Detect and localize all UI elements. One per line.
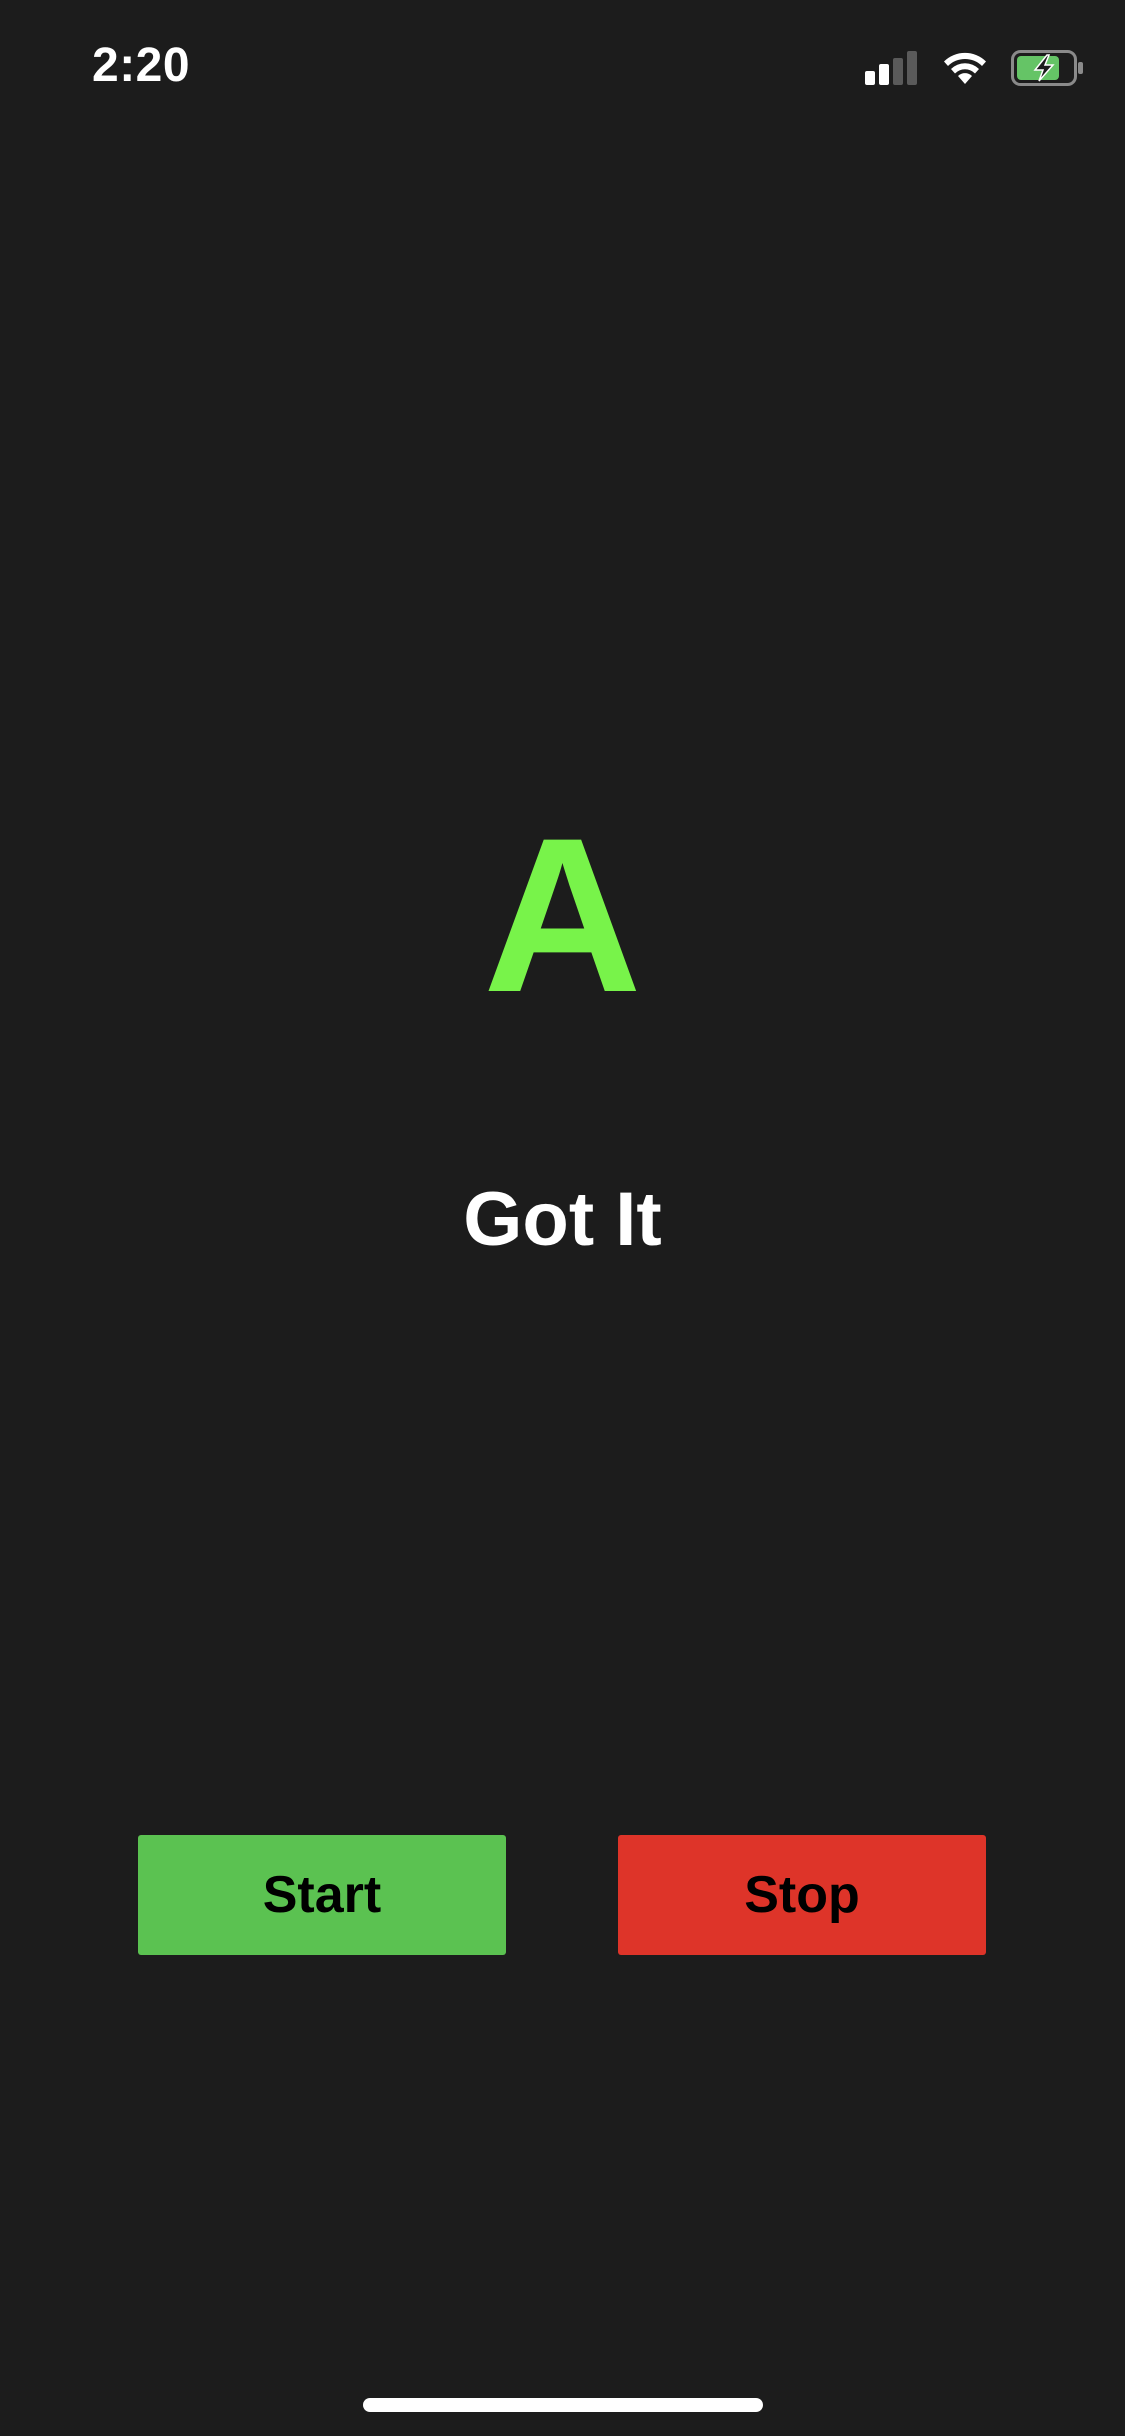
current-letter: A: [483, 792, 642, 1038]
stop-button[interactable]: Stop: [618, 1835, 986, 1955]
feedback-text: Got It: [463, 1177, 662, 1262]
status-time: 2:20: [92, 39, 191, 92]
signal-strength-icon: [865, 51, 919, 85]
start-button[interactable]: Start: [138, 1835, 506, 1955]
battery-charging-icon: [1011, 50, 1085, 86]
app-screen: 2:20 A Got It Start Stop: [0, 0, 1125, 2436]
status-icons: [865, 48, 1085, 88]
wifi-icon: [941, 50, 989, 86]
home-indicator[interactable]: [363, 2398, 763, 2412]
